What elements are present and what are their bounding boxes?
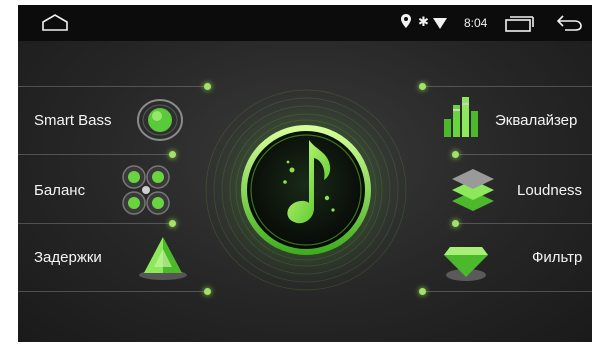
wifi-icon [433,16,447,34]
balance-item[interactable]: Баланс [18,165,188,215]
guide-dot [419,83,426,90]
loudness-icon [452,169,494,211]
guide-dot [419,288,426,295]
guide-line [423,291,592,292]
smart-bass-label: Smart Bass [34,112,112,129]
back-icon[interactable] [555,14,583,37]
delay-icon [139,237,187,280]
filter-item[interactable]: Фильтр [438,233,592,283]
smart-bass-item[interactable]: Smart Bass [18,95,188,145]
guide-line [18,154,173,155]
loudness-label: Loudness [517,182,583,199]
guide-line [18,291,208,292]
status-bar: ✱ 8:04 [18,5,592,41]
equalizer-label: Эквалайзер [495,112,578,129]
guide-dot [452,220,459,227]
guide-line [423,86,592,87]
smart-bass-icon [137,99,183,141]
guide-dot [452,151,459,158]
guide-line [18,86,208,87]
guide-line [456,154,592,155]
music-note-icon [198,82,414,298]
status-clock: 8:04 [464,16,488,30]
balance-label: Баланс [34,182,86,199]
guide-line [456,223,592,224]
delay-item[interactable]: Задержки [18,233,193,283]
bluetooth-icon: ✱ [418,14,429,29]
balance-icon [122,165,170,215]
guide-dot [169,151,176,158]
equalizer-icon [444,97,478,137]
filter-label: Фильтр [532,249,583,266]
equalizer-item[interactable]: Эквалайзер [438,95,592,145]
music-center-button[interactable] [196,80,416,300]
loudness-item[interactable]: Loudness [438,165,592,215]
location-icon [401,14,411,33]
guide-dot [169,220,176,227]
recent-apps-icon[interactable] [504,15,534,38]
audio-settings-screen: ✱ 8:04 Smart Bass Баланс Задержки Эквала… [18,5,592,342]
home-icon[interactable] [40,13,70,38]
filter-icon [444,247,488,281]
delay-label: Задержки [34,249,102,266]
guide-line [18,223,173,224]
